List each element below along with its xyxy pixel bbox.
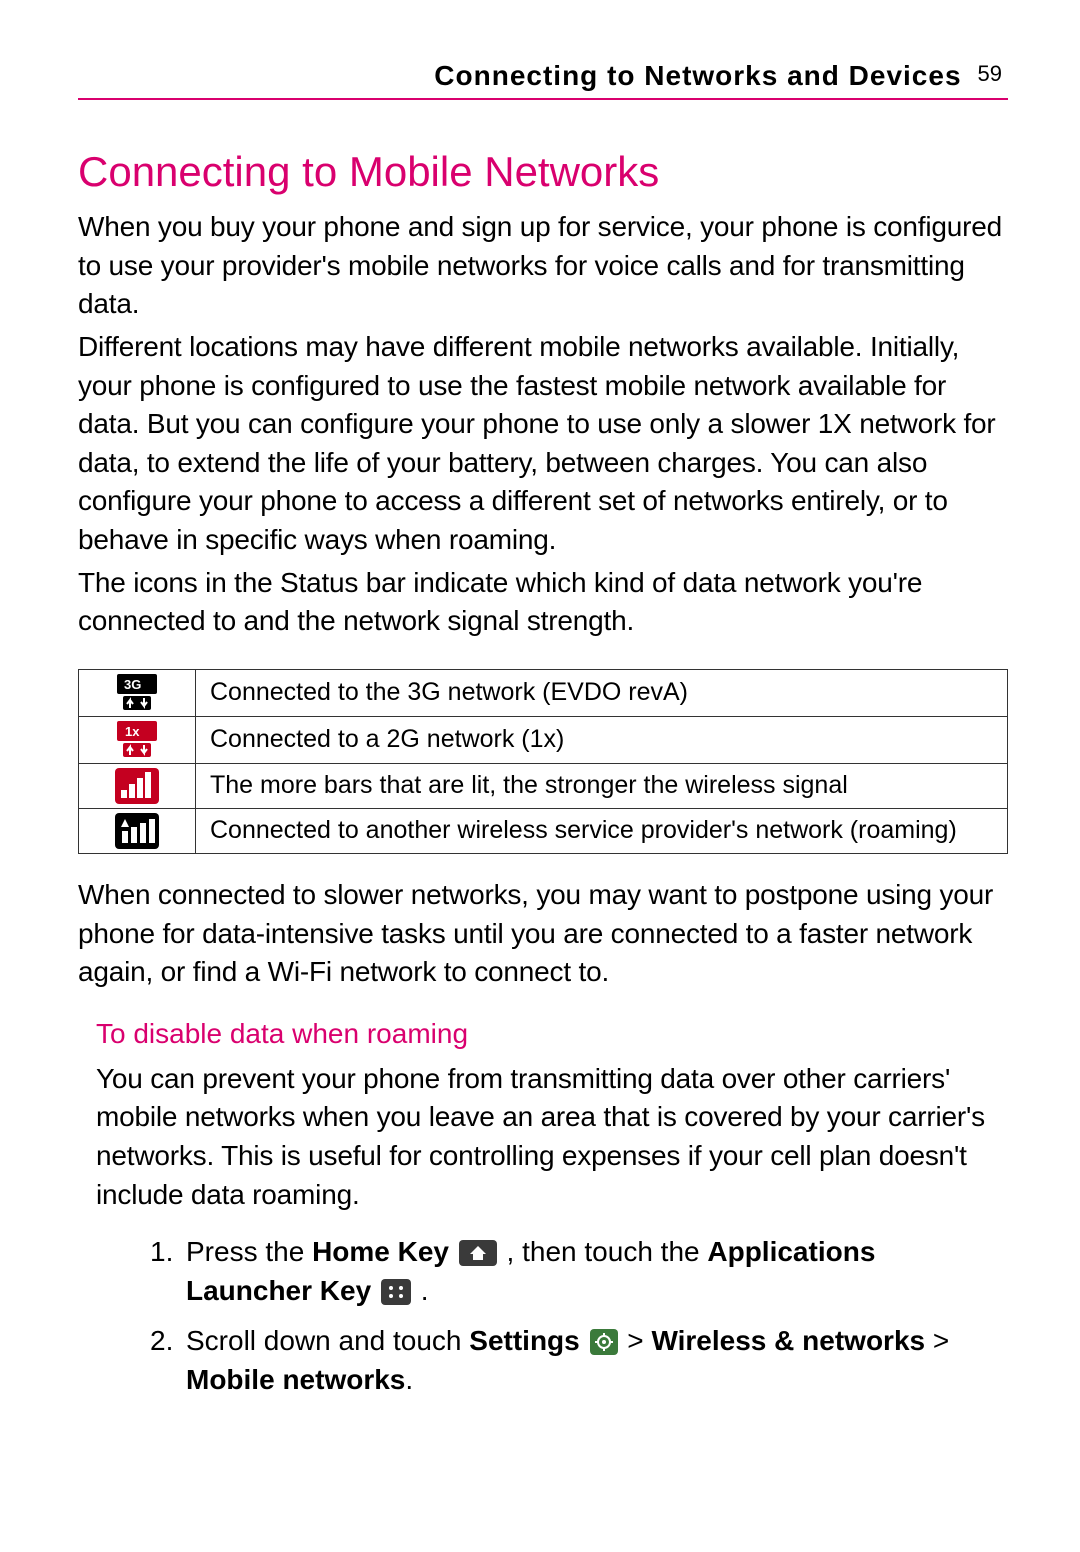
1x-icon: 1x [83,721,191,759]
page-number: 59 [978,61,1002,87]
table-row: 1x Connected to a 2G network (1x) [79,716,1008,763]
step-text: , then touch the [499,1236,708,1267]
step-text: > [620,1325,652,1356]
running-header: Connecting to Networks and Devices 59 [78,60,1008,100]
icon-cell [79,763,196,808]
icon-cell: 1x [79,716,196,763]
step-text: . [413,1275,429,1306]
mobile-networks-label: Mobile networks [186,1364,405,1395]
icon-description: Connected to the 3G network (EVDO revA) [196,669,1008,716]
step-text: Press the [186,1236,312,1267]
status-icon-table: 3G Connected to the 3G network (EVDO rev… [78,669,1008,854]
table-row: The more bars that are lit, the stronger… [79,763,1008,808]
subsection-paragraph: You can prevent your phone from transmit… [96,1060,1008,1215]
signal-icon [83,768,191,804]
icon-description: Connected to a 2G network (1x) [196,716,1008,763]
icon-cell: 3G [79,669,196,716]
svg-text:1x: 1x [125,724,140,739]
table-row: 3G Connected to the 3G network (EVDO rev… [79,669,1008,716]
settings-icon [590,1329,618,1355]
icon-description: Connected to another wireless service pr… [196,808,1008,853]
step-text: Scroll down and touch [186,1325,469,1356]
manual-page: Connecting to Networks and Devices 59 Co… [0,0,1080,1552]
intro-paragraph-3: The icons in the Status bar indicate whi… [78,564,1008,641]
home-key-label: Home Key [312,1236,449,1267]
step-2: Scroll down and touch Settings > Wireles… [186,1321,1008,1399]
apps-launcher-key-icon [381,1279,411,1305]
wireless-networks-label: Wireless & networks [651,1325,925,1356]
chapter-title: Connecting to Networks and Devices [434,60,961,92]
svg-text:3G: 3G [124,677,141,692]
table-row: Connected to another wireless service pr… [79,808,1008,853]
subsection-heading: To disable data when roaming [96,1018,1008,1050]
roaming-icon [83,813,191,849]
intro-paragraph-2: Different locations may have different m… [78,328,1008,560]
icon-description: The more bars that are lit, the stronger… [196,763,1008,808]
3g-icon: 3G [83,674,191,712]
step-text: . [405,1364,413,1395]
icon-cell [79,808,196,853]
intro-paragraph-1: When you buy your phone and sign up for … [78,208,1008,324]
step-text: > [925,1325,949,1356]
steps-list: Press the Home Key , then touch the Appl… [78,1232,1008,1399]
post-table-paragraph: When connected to slower networks, you m… [78,876,1008,992]
settings-label: Settings [469,1325,579,1356]
home-key-icon [459,1240,497,1266]
step-1: Press the Home Key , then touch the Appl… [186,1232,1008,1310]
section-heading: Connecting to Mobile Networks [78,148,1008,196]
